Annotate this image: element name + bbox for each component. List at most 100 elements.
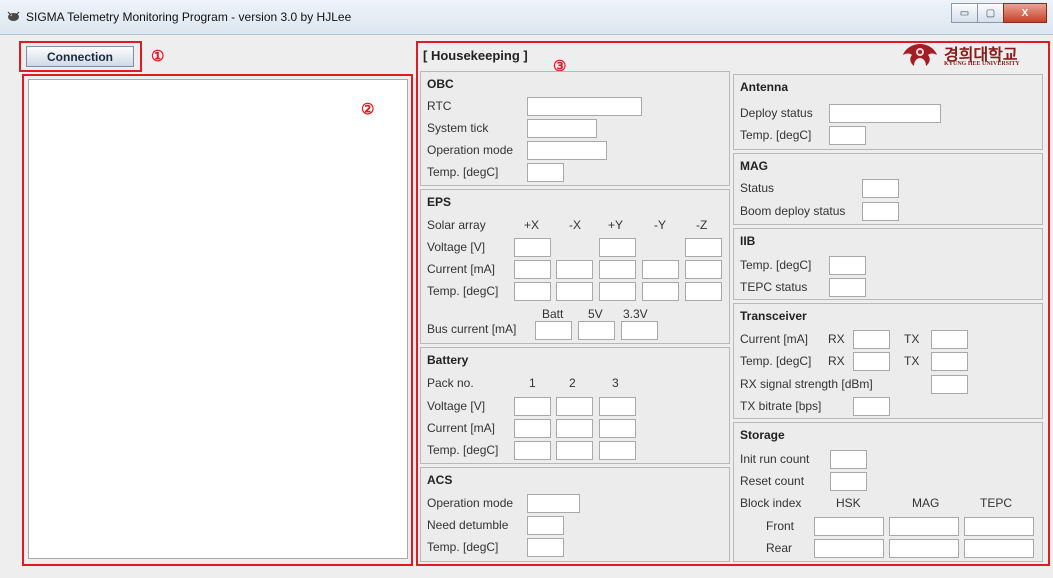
transceiver-rx-signal-field[interactable] bbox=[931, 375, 968, 394]
obc-rtc-field[interactable] bbox=[527, 97, 642, 116]
battery-col-1: 1 bbox=[529, 376, 536, 390]
iib-title: IIB bbox=[740, 234, 756, 248]
battery-temp-2-field[interactable] bbox=[556, 441, 593, 460]
battery-current-label: Current [mA] bbox=[427, 421, 496, 435]
eps-col-mz: -Z bbox=[696, 218, 708, 232]
antenna-temp-field[interactable] bbox=[829, 126, 866, 145]
battery-current-1-field[interactable] bbox=[514, 419, 551, 438]
battery-current-2-field[interactable] bbox=[556, 419, 593, 438]
obc-temp-field[interactable] bbox=[527, 163, 564, 182]
eps-current-py-field[interactable] bbox=[599, 260, 636, 279]
eps-temp-py-field[interactable] bbox=[599, 282, 636, 301]
storage-reset-count-field[interactable] bbox=[830, 472, 867, 491]
mag-boom-deploy-status-field[interactable] bbox=[862, 202, 899, 221]
antenna-deploy-status-label: Deploy status bbox=[740, 106, 813, 120]
eps-panel: EPS Solar array +X -X +Y -Y -Z Voltage [… bbox=[420, 189, 730, 344]
eps-current-mz-field[interactable] bbox=[685, 260, 722, 279]
iib-temp-label: Temp. [degC] bbox=[740, 258, 812, 272]
minimize-icon: ▭ bbox=[959, 7, 970, 19]
university-emblem-icon bbox=[903, 44, 937, 66]
transceiver-temp-tx-label: TX bbox=[904, 354, 920, 368]
acs-panel: ACS Operation mode Need detumble Temp. [… bbox=[420, 467, 730, 562]
storage-init-run-count-field[interactable] bbox=[830, 450, 867, 469]
battery-voltage-1-field[interactable] bbox=[514, 397, 551, 416]
acs-temp-field[interactable] bbox=[527, 538, 564, 557]
iib-tepc-status-label: TEPC status bbox=[740, 280, 808, 294]
antenna-title: Antenna bbox=[740, 80, 788, 94]
maximize-button[interactable]: ▢ bbox=[977, 3, 1004, 23]
storage-front-hsk-field[interactable] bbox=[814, 517, 884, 536]
storage-front-mag-field[interactable] bbox=[889, 517, 959, 536]
iib-temp-field[interactable] bbox=[829, 256, 866, 275]
transceiver-temp-rx-label: RX bbox=[828, 354, 845, 368]
storage-rear-mag-field[interactable] bbox=[889, 539, 959, 558]
eps-temp-px-field[interactable] bbox=[514, 282, 551, 301]
antenna-panel: Antenna Deploy status Temp. [degC] bbox=[733, 74, 1043, 150]
battery-temp-1-field[interactable] bbox=[514, 441, 551, 460]
storage-reset-count-label: Reset count bbox=[740, 474, 805, 488]
acs-need-detumble-field[interactable] bbox=[527, 516, 564, 535]
acs-need-detumble-label: Need detumble bbox=[427, 518, 509, 532]
eps-temp-mx-field[interactable] bbox=[556, 282, 593, 301]
eps-temp-my-field[interactable] bbox=[642, 282, 679, 301]
obc-system-tick-field[interactable] bbox=[527, 119, 597, 138]
battery-pack-no-label: Pack no. bbox=[427, 376, 474, 390]
logo-subtext: KYUNG HEE UNIVERSITY bbox=[944, 61, 1020, 67]
connection-button[interactable]: Connection bbox=[26, 46, 134, 67]
eps-col-my: -Y bbox=[654, 218, 666, 232]
storage-rear-tepc-field[interactable] bbox=[964, 539, 1034, 558]
storage-init-run-count-label: Init run count bbox=[740, 452, 810, 466]
eps-current-label: Current [mA] bbox=[427, 262, 496, 276]
storage-front-label: Front bbox=[766, 519, 795, 533]
eps-current-px-field[interactable] bbox=[514, 260, 551, 279]
eps-voltage-py-field[interactable] bbox=[599, 238, 636, 257]
transceiver-current-rx-field[interactable] bbox=[853, 330, 890, 349]
transceiver-temp-tx-field[interactable] bbox=[931, 352, 968, 371]
acs-operation-mode-field[interactable] bbox=[527, 494, 580, 513]
transceiver-temp-rx-field[interactable] bbox=[853, 352, 890, 371]
eps-title: EPS bbox=[427, 195, 452, 209]
battery-col-3: 3 bbox=[612, 376, 619, 390]
eps-current-mx-field[interactable] bbox=[556, 260, 593, 279]
eps-col-px: +X bbox=[524, 218, 540, 232]
mag-status-label: Status bbox=[740, 181, 775, 195]
transceiver-current-tx-field[interactable] bbox=[931, 330, 968, 349]
log-text-area[interactable] bbox=[28, 79, 408, 559]
battery-title: Battery bbox=[427, 353, 469, 367]
storage-block-index-label: Block index bbox=[740, 496, 802, 510]
eps-voltage-mz-field[interactable] bbox=[685, 238, 722, 257]
close-icon: X bbox=[1021, 7, 1029, 19]
eps-bus-3v3-field[interactable] bbox=[621, 321, 658, 340]
app-icon bbox=[7, 11, 20, 21]
obc-operation-mode-field[interactable] bbox=[527, 141, 607, 160]
mag-status-field[interactable] bbox=[862, 179, 899, 198]
eps-current-my-field[interactable] bbox=[642, 260, 679, 279]
storage-col-mag: MAG bbox=[912, 496, 940, 510]
battery-voltage-3-field[interactable] bbox=[599, 397, 636, 416]
storage-front-tepc-field[interactable] bbox=[964, 517, 1034, 536]
antenna-deploy-status-field[interactable] bbox=[829, 104, 941, 123]
eps-solar-array-label: Solar array bbox=[427, 218, 486, 232]
annotation-marker-2: ② bbox=[361, 101, 375, 118]
storage-panel: Storage Init run count Reset count Block… bbox=[733, 422, 1043, 562]
mag-panel: MAG Status Boom deploy status bbox=[733, 153, 1043, 225]
storage-rear-hsk-field[interactable] bbox=[814, 539, 884, 558]
close-button[interactable]: X bbox=[1003, 3, 1047, 23]
eps-voltage-px-field[interactable] bbox=[514, 238, 551, 257]
eps-temp-mz-field[interactable] bbox=[685, 282, 722, 301]
battery-col-2: 2 bbox=[569, 376, 576, 390]
iib-panel: IIB Temp. [degC] TEPC status bbox=[733, 228, 1043, 300]
eps-bus-batt-field[interactable] bbox=[535, 321, 572, 340]
eps-bus-5v-field[interactable] bbox=[578, 321, 615, 340]
annotation-marker-1: ① bbox=[151, 48, 165, 65]
battery-temp-3-field[interactable] bbox=[599, 441, 636, 460]
battery-voltage-2-field[interactable] bbox=[556, 397, 593, 416]
transceiver-rx-signal-label: RX signal strength [dBm] bbox=[740, 377, 873, 391]
eps-col-mx: -X bbox=[569, 218, 581, 232]
transceiver-tx-bitrate-field[interactable] bbox=[853, 397, 890, 416]
minimize-button[interactable]: ▭ bbox=[951, 3, 978, 23]
battery-current-3-field[interactable] bbox=[599, 419, 636, 438]
iib-tepc-status-field[interactable] bbox=[829, 278, 866, 297]
eps-bus-col-3v3: 3.3V bbox=[623, 307, 648, 321]
housekeeping-title: [ Housekeeping ] bbox=[423, 48, 528, 63]
